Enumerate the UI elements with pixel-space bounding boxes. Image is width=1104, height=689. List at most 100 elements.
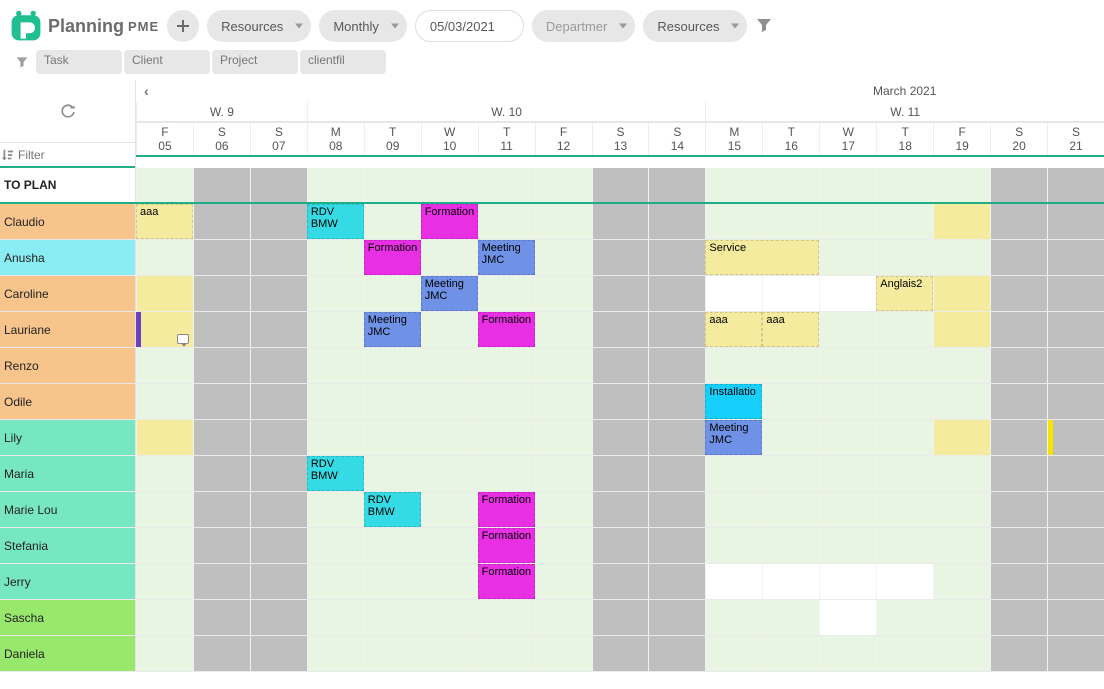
grid-cell[interactable] xyxy=(648,420,705,455)
grid-cell[interactable] xyxy=(250,564,307,599)
grid-cell[interactable] xyxy=(592,492,649,527)
grid-cell[interactable] xyxy=(933,564,990,599)
grid-cell[interactable] xyxy=(136,240,193,275)
grid-cell[interactable] xyxy=(193,312,250,347)
grid-cell[interactable] xyxy=(307,312,364,347)
grid-cell[interactable] xyxy=(307,492,364,527)
resource-label[interactable]: Stefania xyxy=(0,528,136,563)
grid-cell[interactable] xyxy=(421,528,478,563)
event[interactable]: RDV BMW xyxy=(364,492,421,527)
grid-cell[interactable] xyxy=(250,312,307,347)
event[interactable]: aaa xyxy=(705,312,762,347)
grid-cell[interactable] xyxy=(933,456,990,491)
grid-cell[interactable] xyxy=(421,240,478,275)
grid-cell[interactable] xyxy=(819,312,876,347)
grid-cell[interactable] xyxy=(933,420,990,455)
grid-cell[interactable] xyxy=(535,492,592,527)
grid-cell[interactable] xyxy=(819,528,876,563)
grid-cell[interactable] xyxy=(364,456,421,491)
grid-cell[interactable] xyxy=(136,564,193,599)
grid-cell[interactable] xyxy=(876,492,933,527)
view-select[interactable]: Monthly xyxy=(319,10,407,42)
grid-cell[interactable] xyxy=(592,276,649,311)
grid-cell[interactable] xyxy=(762,456,819,491)
filter-clientfil[interactable]: clientfil xyxy=(300,50,386,74)
grid-cell[interactable] xyxy=(364,276,421,311)
resource-label[interactable]: Renzo xyxy=(0,348,136,383)
grid-cell[interactable] xyxy=(364,564,421,599)
grid-cell[interactable] xyxy=(478,348,535,383)
grid-cell[interactable] xyxy=(1047,528,1104,563)
grid-cell[interactable] xyxy=(592,600,649,635)
date-picker[interactable]: 05/03/2021 xyxy=(415,10,524,42)
grid-cell[interactable] xyxy=(705,600,762,635)
grid-cell[interactable] xyxy=(421,168,478,202)
grid-cell[interactable] xyxy=(592,636,649,671)
grid-cell[interactable] xyxy=(535,240,592,275)
event[interactable]: RDV BMW xyxy=(307,204,364,239)
grid-cell[interactable] xyxy=(478,600,535,635)
grid-cell[interactable] xyxy=(762,384,819,419)
filter-icon-small[interactable] xyxy=(8,50,36,74)
grid-cell[interactable] xyxy=(933,384,990,419)
event[interactable]: Anglais2 xyxy=(876,276,933,311)
event[interactable]: Meeting JMC xyxy=(478,240,535,275)
grid-cell[interactable] xyxy=(762,276,819,311)
grid-cell[interactable] xyxy=(307,168,364,202)
grid-cell[interactable] xyxy=(876,564,933,599)
grid-cell[interactable] xyxy=(876,240,933,275)
resource-label[interactable]: Maria xyxy=(0,456,136,491)
grid-cell[interactable] xyxy=(933,600,990,635)
grid-cell[interactable] xyxy=(876,528,933,563)
resource-label[interactable]: Marie Lou xyxy=(0,492,136,527)
resource-label[interactable]: Claudio xyxy=(0,204,136,239)
event[interactable]: Meeting JMC xyxy=(421,276,478,311)
grid-cell[interactable] xyxy=(648,348,705,383)
grid-cell[interactable] xyxy=(705,492,762,527)
grid-cell[interactable] xyxy=(762,636,819,671)
resource-label[interactable]: Lauriane xyxy=(0,312,136,347)
grid-cell[interactable] xyxy=(876,600,933,635)
grid-cell[interactable] xyxy=(136,492,193,527)
refresh-button[interactable] xyxy=(0,80,135,142)
grid-cell[interactable] xyxy=(990,348,1047,383)
grid-cell[interactable] xyxy=(421,312,478,347)
grid-cell[interactable] xyxy=(535,564,592,599)
grid-cell[interactable] xyxy=(364,600,421,635)
resource-label[interactable]: TO PLAN xyxy=(0,168,136,202)
grid-cell[interactable] xyxy=(592,240,649,275)
grid-cell[interactable] xyxy=(250,240,307,275)
grid-cell[interactable] xyxy=(1047,492,1104,527)
grid-cell[interactable] xyxy=(819,420,876,455)
grid-cell[interactable] xyxy=(307,384,364,419)
grid-cell[interactable] xyxy=(535,456,592,491)
event[interactable]: Service xyxy=(705,240,819,275)
grid-cell[interactable] xyxy=(535,204,592,239)
grid-cell[interactable] xyxy=(136,420,193,455)
event[interactable]: aaa xyxy=(762,312,819,347)
department-select[interactable]: Departmer xyxy=(532,10,635,42)
resource-label[interactable]: Jerry xyxy=(0,564,136,599)
grid-cell[interactable] xyxy=(933,276,990,311)
grid-cell[interactable] xyxy=(762,420,819,455)
event[interactable]: Meeting JMC xyxy=(705,420,762,455)
grid-cell[interactable] xyxy=(762,348,819,383)
grid-cell[interactable] xyxy=(762,600,819,635)
grid-cell[interactable] xyxy=(307,420,364,455)
grid-cell[interactable] xyxy=(136,600,193,635)
grid-cell[interactable] xyxy=(535,384,592,419)
grid-cell[interactable] xyxy=(648,492,705,527)
grid-cell[interactable] xyxy=(648,600,705,635)
grid-cell[interactable] xyxy=(193,168,250,202)
event[interactable]: Formation xyxy=(478,492,535,527)
grid-cell[interactable] xyxy=(136,276,193,311)
grid-cell[interactable] xyxy=(990,276,1047,311)
grid-cell[interactable] xyxy=(819,600,876,635)
grid-cell[interactable] xyxy=(705,528,762,563)
sort-button[interactable] xyxy=(0,148,14,162)
grid-cell[interactable] xyxy=(648,276,705,311)
grid-cell[interactable] xyxy=(705,204,762,239)
grid-cell[interactable] xyxy=(990,168,1047,202)
grid-cell[interactable] xyxy=(307,528,364,563)
prev-button[interactable]: ‹ xyxy=(144,83,149,99)
